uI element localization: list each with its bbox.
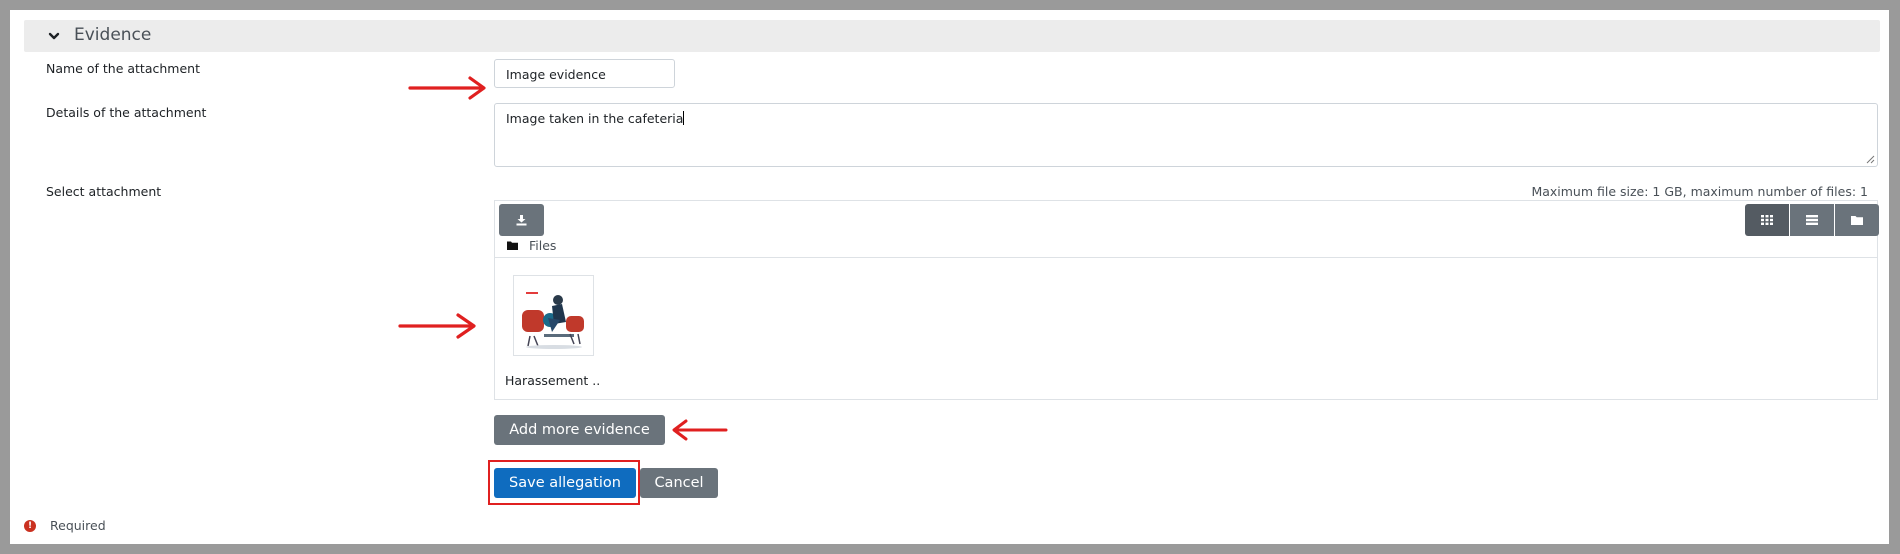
file-manager-toolbar: Files [495,201,1879,258]
cancel-button[interactable]: Cancel [640,468,718,498]
attachment-label: Select attachment [46,184,162,199]
list-icon [1806,215,1818,225]
annotation-arrow-right-icon [398,313,476,339]
chevron-down-icon[interactable] [48,30,60,42]
folder-icon [507,241,518,250]
view-list-button[interactable] [1790,204,1834,236]
upload-file-button[interactable] [499,204,544,236]
add-more-evidence-button[interactable]: Add more evidence [494,415,665,445]
image-thumbnail-icon [522,292,584,349]
required-note: ! Required [24,518,106,533]
section-title: Evidence [74,25,152,45]
view-grid-button[interactable] [1745,204,1789,236]
form-container: Evidence Name of the attachment Image ev… [10,10,1889,544]
file-path-label: Files [529,238,557,253]
annotation-arrow-right-icon [408,76,486,100]
annotation-arrow-left-icon [672,419,728,441]
required-text: Required [50,518,106,533]
file-name: Harassement ... [505,373,600,388]
file-path[interactable]: Files [507,238,556,253]
grid-icon [1761,215,1773,225]
max-file-info: Maximum file size: 1 GB, maximum number … [1531,184,1868,199]
save-allegation-button[interactable]: Save allegation [494,468,636,498]
view-tree-button[interactable] [1835,204,1879,236]
resize-grip-icon[interactable] [1866,155,1875,164]
file-thumbnail[interactable] [513,275,594,356]
file-manager: Files Harassement ... [494,200,1879,400]
text-caret [683,111,685,125]
folder-icon [1851,216,1863,225]
attachment-details-value: Image taken in the cafeteria [506,111,684,126]
download-icon [516,214,527,225]
attachment-details-textarea[interactable]: Image taken in the cafeteria [494,103,1878,167]
attachment-name-input[interactable]: Image evidence [494,59,675,88]
exclamation-circle-icon: ! [24,519,36,532]
section-header-evidence[interactable]: Evidence [24,20,1880,52]
attachment-name-value: Image evidence [506,67,606,82]
name-label: Name of the attachment [46,61,200,76]
details-label: Details of the attachment [46,105,207,120]
